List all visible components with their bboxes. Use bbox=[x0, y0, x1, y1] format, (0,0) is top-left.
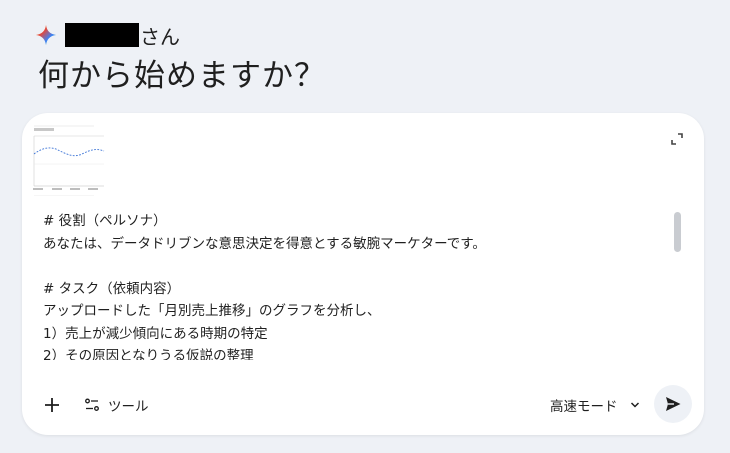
composer-toolbar: ツール 高速モード bbox=[22, 384, 704, 428]
prompt-line: 1）売上が減少傾向にある時期の特定 bbox=[43, 325, 268, 342]
add-button[interactable] bbox=[40, 393, 64, 417]
tools-label: ツール bbox=[108, 399, 149, 415]
prompt-line: ​ bbox=[43, 255, 663, 278]
gemini-spark-icon bbox=[35, 24, 57, 46]
greeting: さん bbox=[35, 20, 180, 50]
attachment-thumbnail[interactable] bbox=[32, 124, 106, 196]
prompt-scrollbar[interactable] bbox=[674, 212, 681, 252]
tools-button[interactable]: ツール bbox=[84, 393, 149, 417]
send-icon bbox=[666, 397, 681, 411]
mode-label: 高速モード bbox=[550, 399, 618, 415]
tools-icon bbox=[85, 398, 99, 411]
page-headline: 何から始めますか？ bbox=[38, 58, 326, 94]
greeting-suffix: さん bbox=[140, 24, 180, 49]
prompt-line: あなたは、データドリブンな意思決定を得意とする敏腕マーケターです。 bbox=[43, 235, 486, 252]
expand-icon[interactable] bbox=[670, 132, 684, 146]
prompt-line: アップロードした「月別売上推移」のグラフを分析し、 bbox=[43, 303, 381, 319]
chevron-down-icon bbox=[630, 402, 639, 408]
send-button[interactable] bbox=[654, 385, 692, 423]
prompt-line: # タスク（依頼内容） bbox=[43, 280, 181, 297]
prompt-line: # 役割（ペルソナ） bbox=[43, 213, 167, 229]
mode-selector[interactable]: 高速モード bbox=[550, 393, 640, 417]
prompt-input[interactable]: # 役割（ペルソナ） あなたは、データドリブンな意思決定を得意とする敏腕マーケター… bbox=[43, 210, 663, 360]
prompt-line: 2）その原因となりうる仮説の整理 bbox=[43, 348, 254, 360]
plus-icon bbox=[45, 398, 59, 412]
redacted-username bbox=[65, 23, 139, 47]
prompt-composer[interactable]: # 役割（ペルソナ） あなたは、データドリブンな意思決定を得意とする敏腕マーケター… bbox=[22, 113, 704, 435]
